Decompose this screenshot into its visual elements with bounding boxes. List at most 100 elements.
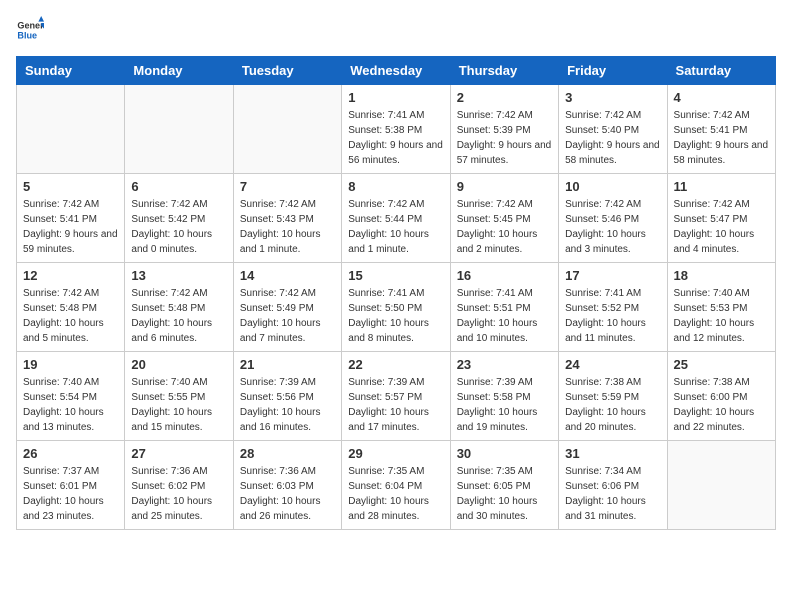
calendar-cell: 25 Sunrise: 7:38 AMSunset: 6:00 PMDayligh…: [667, 352, 775, 441]
svg-text:Blue: Blue: [17, 30, 37, 40]
calendar-cell: 13Sunrise: 7:42 AMSunset: 5:48 PMDayligh…: [125, 263, 233, 352]
calendar-cell: 26Sunrise: 7:37 AMSunset: 6:01 PMDayligh…: [17, 441, 125, 530]
calendar-cell: 14 Sunrise: 7:42 AMSunset: 5:49 PMDayligh…: [233, 263, 341, 352]
calendar-cell: 21 Sunrise: 7:39 AMSunset: 5:56 PMDayligh…: [233, 352, 341, 441]
weekday-header-saturday: Saturday: [667, 57, 775, 85]
calendar-cell: 5Sunrise: 7:42 AMSunset: 5:41 PMDaylight…: [17, 174, 125, 263]
day-info: Sunrise: 7:36 AMSunset: 6:02 PMDaylight:…: [131, 464, 226, 524]
page-header: General Blue: [16, 16, 776, 44]
day-info: Sunrise: 7:39 AMSunset: 5:58 PMDaylight:…: [457, 375, 552, 435]
day-number: 20: [131, 357, 226, 372]
day-info: Sunrise: 7:42 AMSunset: 5:43 PMDaylight:…: [240, 197, 335, 257]
day-number: 18: [674, 268, 769, 283]
day-number: 9: [457, 179, 552, 194]
weekday-header-row: SundayMondayTuesdayWednesdayThursdayFrid…: [17, 57, 776, 85]
weekday-header-friday: Friday: [559, 57, 667, 85]
day-number: 12: [23, 268, 118, 283]
calendar-cell: 24 Sunrise: 7:38 AMSunset: 5:59 PMDayligh…: [559, 352, 667, 441]
calendar-cell: 27 Sunrise: 7:36 AMSunset: 6:02 PMDayligh…: [125, 441, 233, 530]
day-info: Sunrise: 7:42 AMSunset: 5:49 PMDaylight:…: [240, 286, 335, 346]
day-info: Sunrise: 7:41 AMSunset: 5:51 PMDaylight:…: [457, 286, 552, 346]
day-info: Sunrise: 7:42 AMSunset: 5:45 PMDaylight:…: [457, 197, 552, 257]
week-row-3: 12 Sunrise: 7:42 AMSunset: 5:48 PMDayligh…: [17, 263, 776, 352]
day-number: 29: [348, 446, 443, 461]
weekday-header-tuesday: Tuesday: [233, 57, 341, 85]
day-info: Sunrise: 7:39 AMSunset: 5:57 PMDaylight:…: [348, 375, 443, 435]
day-number: 7: [240, 179, 335, 194]
day-number: 27: [131, 446, 226, 461]
day-number: 25: [674, 357, 769, 372]
calendar-cell: 20 Sunrise: 7:40 AMSunset: 5:55 PMDayligh…: [125, 352, 233, 441]
calendar-cell: 31 Sunrise: 7:34 AMSunset: 6:06 PMDayligh…: [559, 441, 667, 530]
calendar-cell: 12 Sunrise: 7:42 AMSunset: 5:48 PMDayligh…: [17, 263, 125, 352]
day-info: Sunrise: 7:38 AMSunset: 6:00 PMDaylight:…: [674, 375, 769, 435]
weekday-header-wednesday: Wednesday: [342, 57, 450, 85]
calendar-cell: 8Sunrise: 7:42 AMSunset: 5:44 PMDaylight…: [342, 174, 450, 263]
day-number: 30: [457, 446, 552, 461]
logo: General Blue: [16, 16, 44, 44]
day-info: Sunrise: 7:41 AMSunset: 5:38 PMDaylight:…: [348, 108, 443, 168]
day-number: 4: [674, 90, 769, 105]
day-number: 11: [674, 179, 769, 194]
day-number: 2: [457, 90, 552, 105]
day-number: 28: [240, 446, 335, 461]
day-number: 19: [23, 357, 118, 372]
day-number: 23: [457, 357, 552, 372]
week-row-5: 26Sunrise: 7:37 AMSunset: 6:01 PMDayligh…: [17, 441, 776, 530]
day-number: 3: [565, 90, 660, 105]
day-info: Sunrise: 7:42 AMSunset: 5:39 PMDaylight:…: [457, 108, 552, 168]
day-info: Sunrise: 7:41 AMSunset: 5:52 PMDaylight:…: [565, 286, 660, 346]
calendar-cell: 4 Sunrise: 7:42 AMSunset: 5:41 PMDaylight…: [667, 85, 775, 174]
day-number: 15: [348, 268, 443, 283]
day-number: 17: [565, 268, 660, 283]
day-info: Sunrise: 7:42 AMSunset: 5:41 PMDaylight:…: [23, 197, 118, 257]
day-number: 21: [240, 357, 335, 372]
calendar-cell: 1Sunrise: 7:41 AMSunset: 5:38 PMDaylight…: [342, 85, 450, 174]
day-info: Sunrise: 7:41 AMSunset: 5:50 PMDaylight:…: [348, 286, 443, 346]
calendar-cell: 28 Sunrise: 7:36 AMSunset: 6:03 PMDayligh…: [233, 441, 341, 530]
day-info: Sunrise: 7:42 AMSunset: 5:41 PMDaylight:…: [674, 108, 769, 168]
calendar-cell: [125, 85, 233, 174]
calendar-cell: 23 Sunrise: 7:39 AMSunset: 5:58 PMDayligh…: [450, 352, 558, 441]
day-number: 16: [457, 268, 552, 283]
calendar-cell: 6 Sunrise: 7:42 AMSunset: 5:42 PMDaylight…: [125, 174, 233, 263]
calendar-cell: 9 Sunrise: 7:42 AMSunset: 5:45 PMDaylight…: [450, 174, 558, 263]
calendar-cell: 29 Sunrise: 7:35 AMSunset: 6:04 PMDayligh…: [342, 441, 450, 530]
day-info: Sunrise: 7:42 AMSunset: 5:48 PMDaylight:…: [23, 286, 118, 346]
calendar-cell: [667, 441, 775, 530]
day-info: Sunrise: 7:37 AMSunset: 6:01 PMDaylight:…: [23, 464, 118, 524]
day-number: 24: [565, 357, 660, 372]
day-info: Sunrise: 7:36 AMSunset: 6:03 PMDaylight:…: [240, 464, 335, 524]
day-info: Sunrise: 7:40 AMSunset: 5:55 PMDaylight:…: [131, 375, 226, 435]
calendar-cell: 22 Sunrise: 7:39 AMSunset: 5:57 PMDayligh…: [342, 352, 450, 441]
day-number: 13: [131, 268, 226, 283]
day-info: Sunrise: 7:40 AMSunset: 5:54 PMDaylight:…: [23, 375, 118, 435]
day-info: Sunrise: 7:34 AMSunset: 6:06 PMDaylight:…: [565, 464, 660, 524]
calendar-cell: 30 Sunrise: 7:35 AMSunset: 6:05 PMDayligh…: [450, 441, 558, 530]
calendar-cell: 19 Sunrise: 7:40 AMSunset: 5:54 PMDayligh…: [17, 352, 125, 441]
weekday-header-monday: Monday: [125, 57, 233, 85]
weekday-header-sunday: Sunday: [17, 57, 125, 85]
calendar-cell: [17, 85, 125, 174]
calendar-cell: [233, 85, 341, 174]
day-number: 14: [240, 268, 335, 283]
calendar-table: SundayMondayTuesdayWednesdayThursdayFrid…: [16, 56, 776, 530]
week-row-4: 19 Sunrise: 7:40 AMSunset: 5:54 PMDayligh…: [17, 352, 776, 441]
calendar-cell: 3Sunrise: 7:42 AMSunset: 5:40 PMDaylight…: [559, 85, 667, 174]
weekday-header-thursday: Thursday: [450, 57, 558, 85]
day-info: Sunrise: 7:42 AMSunset: 5:42 PMDaylight:…: [131, 197, 226, 257]
calendar-cell: 15 Sunrise: 7:41 AMSunset: 5:50 PMDayligh…: [342, 263, 450, 352]
day-number: 22: [348, 357, 443, 372]
day-info: Sunrise: 7:39 AMSunset: 5:56 PMDaylight:…: [240, 375, 335, 435]
day-number: 8: [348, 179, 443, 194]
calendar-cell: 2 Sunrise: 7:42 AMSunset: 5:39 PMDaylight…: [450, 85, 558, 174]
day-info: Sunrise: 7:35 AMSunset: 6:05 PMDaylight:…: [457, 464, 552, 524]
week-row-1: 1Sunrise: 7:41 AMSunset: 5:38 PMDaylight…: [17, 85, 776, 174]
day-info: Sunrise: 7:35 AMSunset: 6:04 PMDaylight:…: [348, 464, 443, 524]
day-info: Sunrise: 7:40 AMSunset: 5:53 PMDaylight:…: [674, 286, 769, 346]
day-number: 6: [131, 179, 226, 194]
day-number: 31: [565, 446, 660, 461]
day-number: 10: [565, 179, 660, 194]
calendar-cell: 11Sunrise: 7:42 AMSunset: 5:47 PMDayligh…: [667, 174, 775, 263]
day-info: Sunrise: 7:38 AMSunset: 5:59 PMDaylight:…: [565, 375, 660, 435]
